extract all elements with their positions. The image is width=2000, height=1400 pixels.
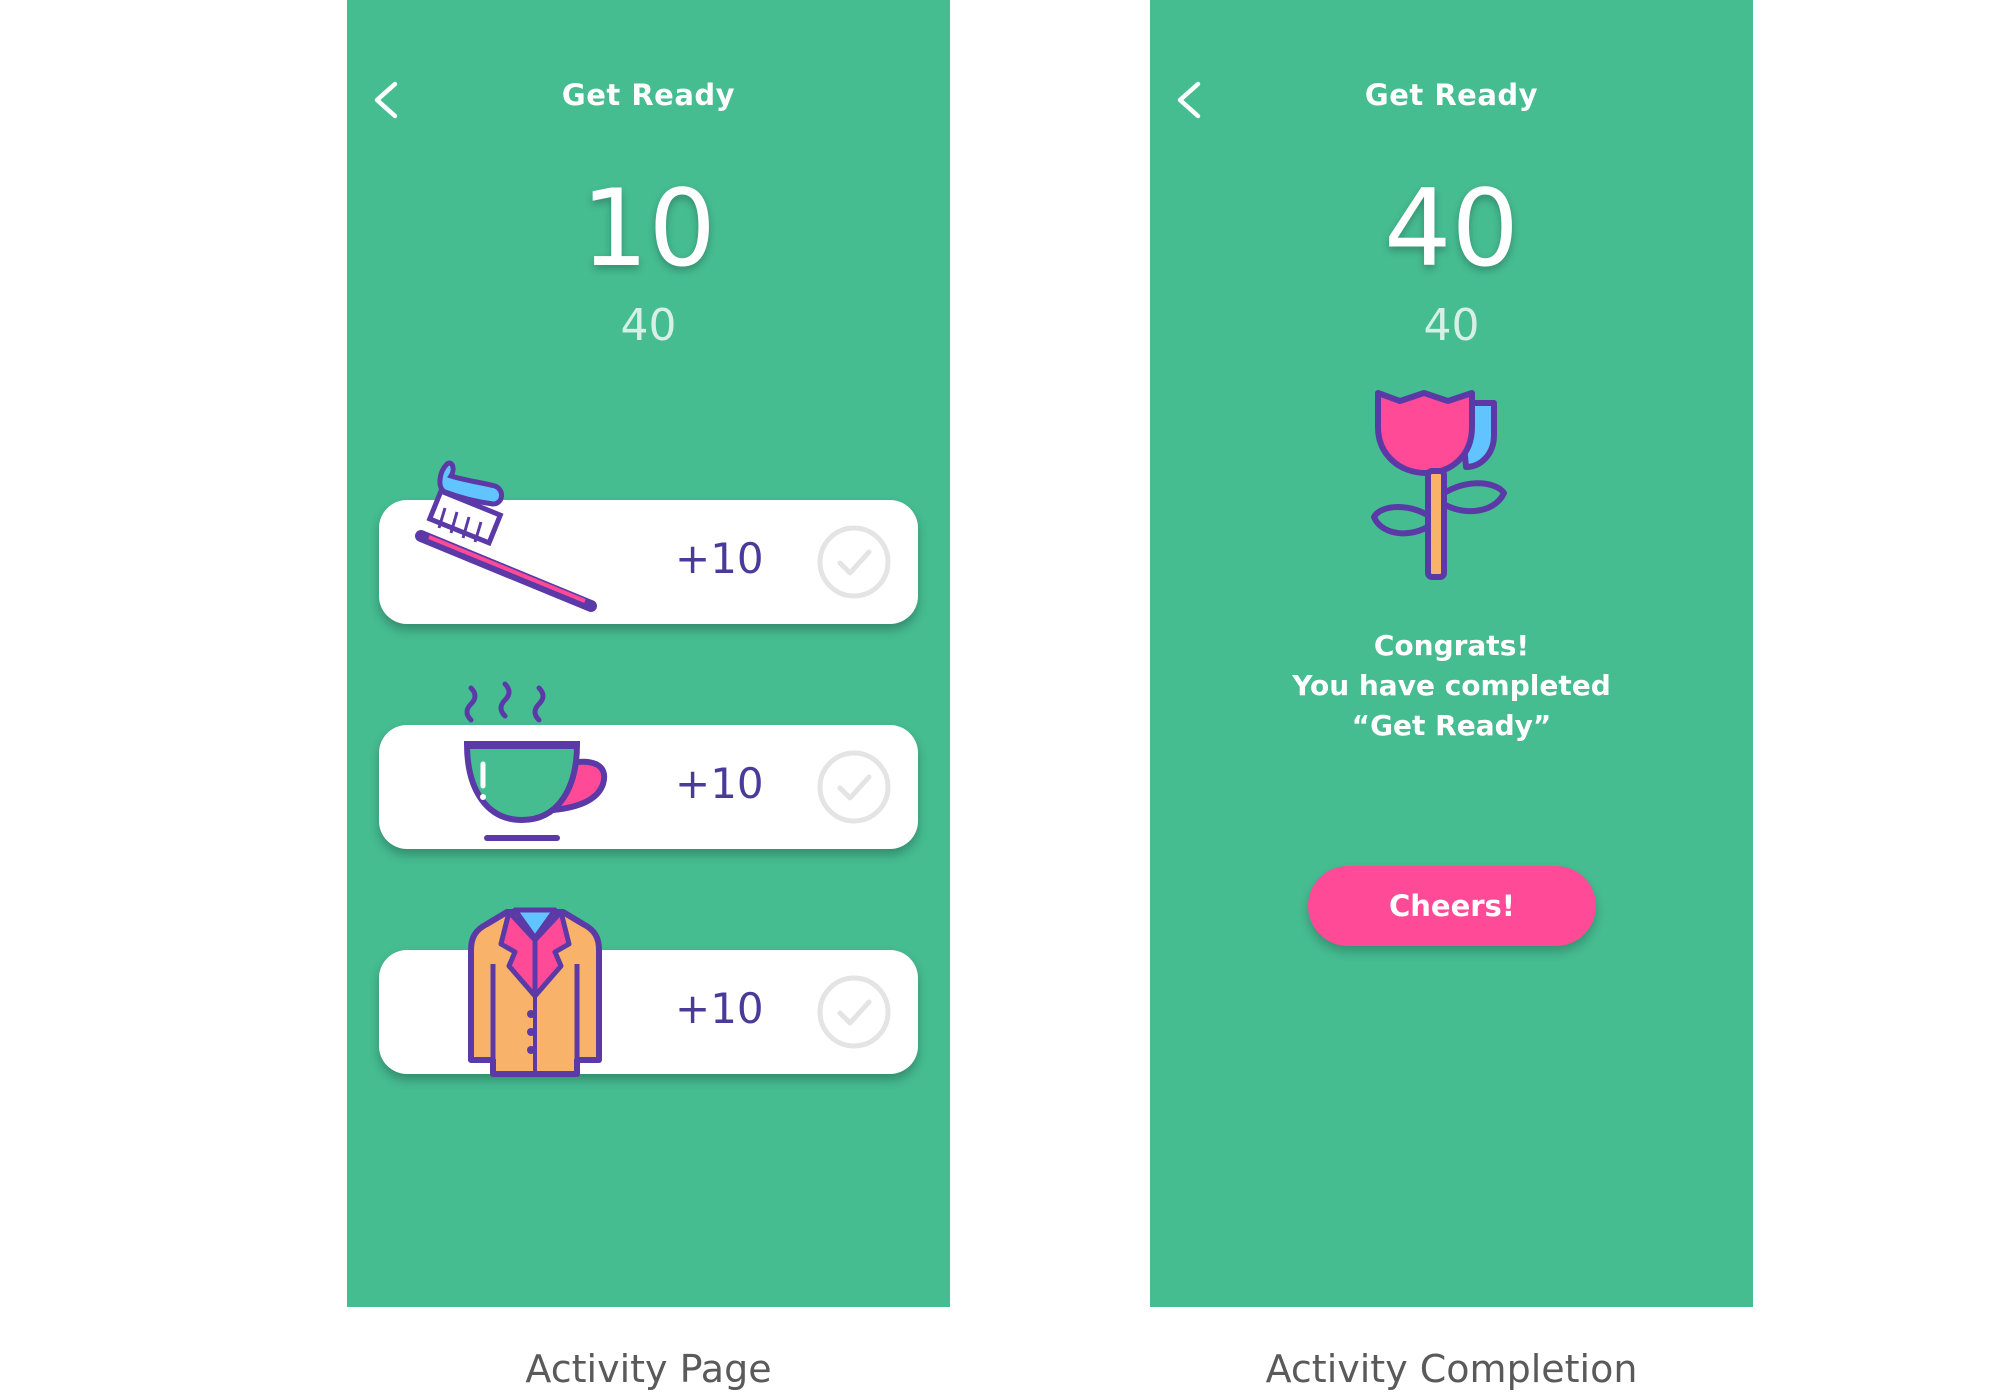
congrats-message: Congrats! You have completed “Get Ready” — [1150, 626, 1753, 746]
flower-icon — [1371, 390, 1507, 580]
page-title: Get Ready — [561, 78, 736, 112]
total-score: 40 — [1423, 300, 1480, 351]
caption-activity-page: Activity Page — [525, 1347, 772, 1391]
check-circle-icon — [817, 975, 891, 1049]
coffee-cup-icon — [463, 681, 608, 841]
congrats-line: You have completed — [1292, 669, 1611, 702]
congrats-line: “Get Ready” — [1351, 709, 1552, 742]
complete-task-button[interactable] — [816, 524, 892, 600]
current-score: 40 — [1384, 167, 1519, 290]
task-points: +10 — [675, 759, 764, 808]
page-title: Get Ready — [1364, 78, 1539, 112]
check-circle-icon — [817, 750, 891, 824]
task-card-coffee[interactable]: +10 — [379, 725, 918, 849]
caption-activity-completion: Activity Completion — [1265, 1347, 1638, 1391]
toothbrush-icon — [415, 460, 597, 612]
congrats-line: Congrats! — [1373, 629, 1530, 662]
total-score: 40 — [620, 300, 677, 351]
activity-screen: Get Ready 10 40 +10 +10 +10 — [347, 0, 950, 1307]
completion-screen: Get Ready 40 40 Congrats! You have compl… — [1150, 0, 1753, 1307]
check-circle-icon — [817, 525, 891, 599]
cheers-button[interactable]: Cheers! — [1308, 866, 1596, 946]
task-points: +10 — [675, 984, 764, 1033]
coat-icon — [468, 907, 602, 1077]
complete-task-button[interactable] — [816, 974, 892, 1050]
current-score: 10 — [581, 167, 716, 290]
complete-task-button[interactable] — [816, 749, 892, 825]
task-card-coat[interactable]: +10 — [379, 950, 918, 1074]
task-points: +10 — [675, 534, 764, 583]
